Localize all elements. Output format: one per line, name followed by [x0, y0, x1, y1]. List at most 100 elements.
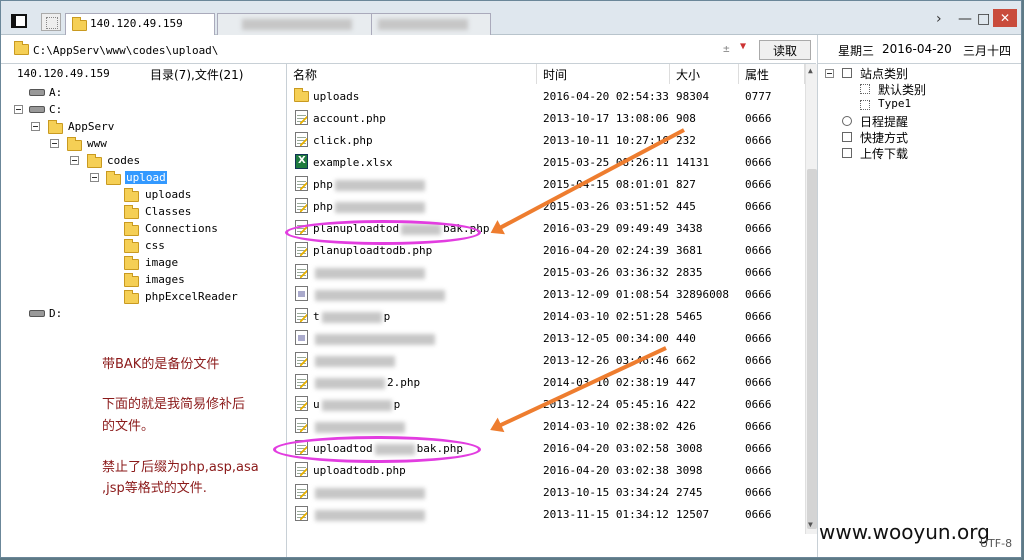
file-row[interactable]: 2013-12-09 01:08:54 32896008 0666	[287, 283, 807, 305]
file-name-text: php	[313, 200, 333, 213]
file-size: 32896008	[676, 288, 729, 301]
tab-inactive[interactable]	[217, 13, 377, 35]
file-name: planuploadtodb.php	[313, 244, 432, 257]
file-size: 440	[676, 332, 696, 345]
file-size: 426	[676, 420, 696, 433]
collapse-icon[interactable]	[90, 173, 99, 182]
file-row[interactable]: php 2015-04-15 08:01:01 827 0666	[287, 173, 807, 195]
directory-pane: 140.120.49.159 目录(7),文件(21) A: C: AppSer…	[1, 64, 287, 557]
file-name: click.php	[313, 134, 373, 147]
file-size: 2745	[676, 486, 703, 499]
file-time: 2014-03-10 02:38:02	[543, 420, 669, 433]
new-tab-icon[interactable]	[41, 13, 61, 31]
file-row[interactable]: account.php 2013-10-17 13:08:06 908 0666	[287, 107, 807, 129]
file-time: 2013-10-15 03:34:24	[543, 486, 669, 499]
file-time: 2016-04-20 03:02:58	[543, 442, 669, 455]
collapse-icon[interactable]	[825, 69, 834, 78]
date-bar: 星期三 2016-04-20 三月十四	[817, 35, 1021, 64]
file-name: tp	[313, 310, 390, 323]
minimize-button[interactable]: —	[958, 11, 972, 27]
encoding-label: UTF-8	[980, 537, 1013, 550]
shortcut-icon	[842, 132, 852, 142]
column-header-attr[interactable]: 属性	[739, 64, 805, 84]
tab-label-redacted	[378, 18, 468, 30]
folder-icon	[67, 137, 82, 151]
collapse-icon[interactable]	[14, 105, 23, 114]
path-input[interactable]	[33, 42, 713, 58]
column-header-time[interactable]: 时间	[537, 64, 670, 84]
file-row[interactable]: 2015-03-26 03:36:32 2835 0666	[287, 261, 807, 283]
directory-summary: 目录(7),文件(21)	[150, 68, 244, 82]
file-row[interactable]: 2.php 2014-03-10 02:38:19 447 0666	[287, 371, 807, 393]
file-attr: 0666	[745, 398, 772, 411]
maximize-button[interactable]: □	[977, 11, 990, 27]
file-size: 5465	[676, 310, 703, 323]
toggle-sidebar-icon[interactable]	[11, 14, 27, 28]
file-attr: 0666	[745, 156, 772, 169]
folder-icon	[106, 171, 121, 185]
file-name-text: php	[313, 178, 333, 191]
weekday: 星期三	[838, 44, 875, 58]
file-attr: 0666	[745, 442, 772, 455]
file-row[interactable]: 2013-12-26 03:46:46 662 0666	[287, 349, 807, 371]
highlight-circle	[273, 436, 481, 463]
php-file-icon	[295, 396, 308, 411]
folder-icon	[124, 256, 139, 270]
php-file-icon	[295, 242, 308, 257]
tab-inactive-2[interactable]	[371, 13, 491, 35]
file-name: 2.php	[313, 376, 420, 389]
file-time: 2013-10-17 13:08:06	[543, 112, 669, 125]
read-button[interactable]: 读取	[759, 40, 811, 60]
annotation-note-line: 下面的就是我简易修补后	[102, 397, 246, 412]
scrollbar-thumb[interactable]	[807, 169, 817, 529]
file-size: 908	[676, 112, 696, 125]
file-row[interactable]: php 2015-03-26 03:51:52 445 0666	[287, 195, 807, 217]
file-name-text: planuploadtodb.php	[313, 244, 433, 257]
collapse-icon[interactable]	[70, 156, 79, 165]
file-time: 2013-12-24 05:45:16	[543, 398, 669, 411]
column-header-name[interactable]: 名称	[287, 64, 537, 84]
php-file-icon	[295, 418, 308, 433]
redacted-text	[315, 267, 425, 279]
file-row[interactable]: uploads 2016-04-20 02:54:33 98304 0777	[287, 85, 807, 107]
tab-scroll-right-icon[interactable]: ›	[936, 11, 942, 27]
file-row[interactable]: t p 2014-03-10 02:51:28 5465 0666	[287, 305, 807, 327]
file-row[interactable]: 2013-10-15 03:34:24 2745 0666	[287, 481, 807, 503]
file-attr: 0666	[745, 508, 772, 521]
collapse-icon[interactable]	[31, 122, 40, 131]
file-icon	[295, 286, 308, 301]
file-attr: 0666	[745, 486, 772, 499]
tab-active[interactable]: 140.120.49.159	[65, 13, 215, 35]
file-attr: 0666	[745, 178, 772, 191]
file-name	[313, 288, 447, 301]
close-button[interactable]: ✕	[993, 9, 1017, 27]
site-panel: 站点类别 默认类别 Type1 日程提醒 快捷方式 上传下载	[817, 64, 1021, 557]
file-name-text: account.php	[313, 112, 386, 125]
file-row[interactable]: example.xlsx 2015-03-25 08:26:11 14131 0666	[287, 151, 807, 173]
file-row[interactable]: 2013-12-05 00:34:00 440 0666	[287, 327, 807, 349]
redacted-text	[334, 201, 425, 213]
annotation-note-line: 禁止了后缀为php,asp,asa	[102, 460, 259, 475]
file-name-text: example.xlsx	[313, 156, 393, 169]
chevron-down-icon[interactable]: ▼	[740, 41, 746, 52]
file-row[interactable]: click.php 2013-10-11 10:27:16 232 0666	[287, 129, 807, 151]
php-file-icon	[295, 110, 308, 125]
column-header-size[interactable]: 大小	[670, 64, 739, 84]
file-list: 名称 时间 大小 属性 uploads 2016-04-20 02:54:33 98…	[287, 64, 817, 557]
file-time: 2016-04-20 02:24:39	[543, 244, 669, 257]
default-category-icon	[860, 84, 870, 94]
file-name: uploads	[313, 90, 359, 103]
file-size: 3098	[676, 464, 703, 477]
file-name-suffix: p	[383, 310, 391, 323]
path-adjust-icon[interactable]: ±	[723, 42, 730, 55]
drive-icon	[29, 310, 45, 317]
file-attr: 0666	[745, 420, 772, 433]
file-row[interactable]: 2014-03-10 02:38:02 426 0666	[287, 415, 807, 437]
lunar-date: 三月十四	[963, 44, 1012, 58]
scroll-down-icon[interactable]: ▼	[808, 520, 813, 529]
folder-icon	[48, 120, 63, 134]
host-label: 140.120.49.159	[17, 67, 110, 80]
file-row[interactable]: 2013-11-15 01:34:12 12507 0666	[287, 503, 807, 525]
scroll-up-icon[interactable]: ▲	[808, 66, 813, 75]
collapse-icon[interactable]	[50, 139, 59, 148]
